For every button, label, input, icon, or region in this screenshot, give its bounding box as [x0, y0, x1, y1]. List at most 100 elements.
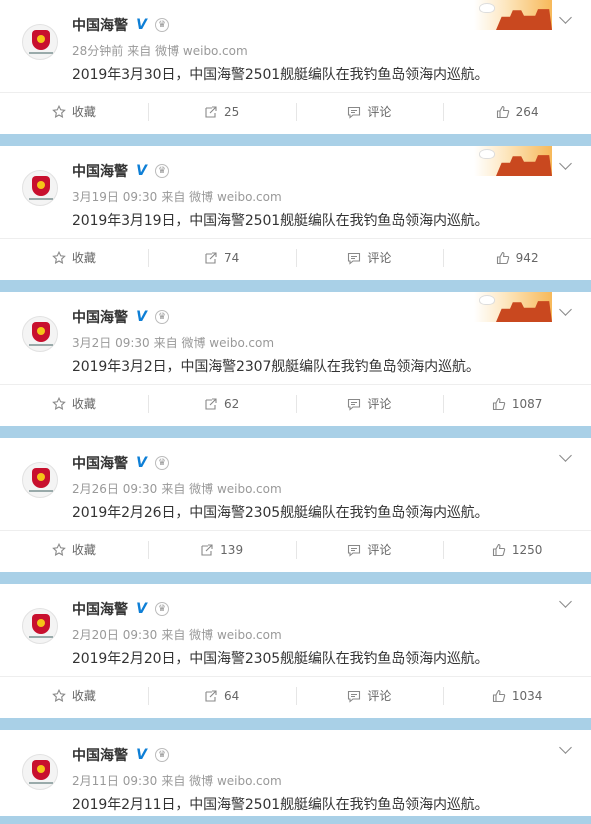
thumbs-up-icon — [492, 543, 506, 557]
verified-icon[interactable]: V — [134, 601, 149, 617]
police-emblem-icon — [32, 176, 50, 196]
post-time[interactable]: 2月26日 09:30 — [72, 482, 157, 496]
chevron-down-icon[interactable] — [557, 304, 573, 318]
post-source[interactable]: 来自 微博 weibo.com — [161, 190, 281, 204]
verified-icon[interactable]: V — [134, 747, 149, 763]
comment-button[interactable]: 评论 — [295, 93, 444, 130]
comment-icon — [347, 397, 361, 411]
like-button[interactable]: 264 — [443, 93, 591, 130]
avatar-motto — [29, 198, 53, 200]
comment-label: 评论 — [367, 397, 392, 411]
author-name[interactable]: 中国海警 — [72, 307, 128, 327]
chevron-down-icon[interactable] — [557, 596, 573, 610]
comment-button[interactable]: 评论 — [295, 385, 444, 422]
post-card: 中国海警 V ♛ 2月20日 09:30 来自 微博 weibo.com 2019… — [0, 584, 591, 718]
post-source[interactable]: 来自 微博 weibo.com — [161, 482, 281, 496]
like-count: 264 — [515, 104, 539, 119]
repost-button[interactable]: 62 — [147, 385, 296, 422]
post-source[interactable]: 来自 微博 weibo.com — [154, 336, 274, 350]
post-time[interactable]: 2月11日 09:30 — [72, 774, 157, 788]
star-icon — [52, 396, 66, 411]
action-bar: 收藏 25 评论 264 — [0, 92, 591, 130]
verified-icon[interactable]: V — [134, 455, 149, 471]
favorite-label: 收藏 — [71, 689, 96, 703]
favorite-button[interactable]: 收藏 — [0, 93, 148, 130]
like-button[interactable]: 1087 — [443, 385, 591, 422]
crown-icon[interactable]: ♛ — [155, 748, 169, 762]
verified-icon[interactable]: V — [134, 17, 149, 33]
repost-icon — [204, 105, 218, 119]
post-text: 2019年3月30日，中国海警2501舰艇编队在我钓鱼岛领海内巡航。 — [72, 67, 489, 83]
avatar-motto — [29, 782, 53, 784]
thumbs-up-icon — [496, 105, 510, 119]
author-name[interactable]: 中国海警 — [72, 745, 128, 765]
repost-count: 139 — [220, 542, 244, 557]
action-bar: 收藏 64 评论 1034 — [0, 676, 591, 714]
comment-button[interactable]: 评论 — [295, 239, 444, 276]
chevron-down-icon[interactable] — [557, 742, 573, 756]
post-time[interactable]: 3月2日 09:30 — [72, 336, 150, 350]
crown-icon[interactable]: ♛ — [155, 164, 169, 178]
chevron-down-icon[interactable] — [557, 450, 573, 464]
crown-icon[interactable]: ♛ — [155, 18, 169, 32]
great-wall-decoration — [474, 0, 552, 30]
like-button[interactable]: 1250 — [443, 531, 591, 568]
like-button[interactable]: 1034 — [443, 677, 591, 714]
author-name[interactable]: 中国海警 — [72, 15, 128, 35]
repost-button[interactable]: 74 — [147, 239, 296, 276]
comment-icon — [347, 105, 361, 119]
avatar[interactable] — [22, 608, 58, 644]
comment-icon — [347, 543, 361, 557]
avatar-motto — [29, 344, 53, 346]
favorite-button[interactable]: 收藏 — [0, 677, 148, 714]
favorite-button[interactable]: 收藏 — [0, 385, 148, 422]
post-card: 中国海警 V ♛ 3月19日 09:30 来自 微博 weibo.com 2019… — [0, 146, 591, 280]
star-icon — [52, 542, 66, 557]
crown-icon[interactable]: ♛ — [155, 456, 169, 470]
repost-button[interactable]: 64 — [147, 677, 296, 714]
post-time[interactable]: 28分钟前 — [72, 44, 123, 58]
star-icon — [52, 104, 66, 119]
chevron-down-icon[interactable] — [557, 158, 573, 172]
post-source[interactable]: 来自 微博 weibo.com — [127, 44, 247, 58]
post-time[interactable]: 2月20日 09:30 — [72, 628, 157, 642]
author-name[interactable]: 中国海警 — [72, 599, 128, 619]
verified-icon[interactable]: V — [134, 163, 149, 179]
crown-icon[interactable]: ♛ — [155, 310, 169, 324]
weibo-feed: 中国海警 V ♛ 28分钟前 来自 微博 weibo.com 2019年3月30日… — [0, 0, 591, 816]
post-header: 中国海警 V ♛ — [72, 745, 169, 765]
post-source[interactable]: 来自 微博 weibo.com — [161, 628, 281, 642]
comment-icon — [347, 251, 361, 265]
comment-button[interactable]: 评论 — [295, 531, 444, 568]
avatar[interactable] — [22, 462, 58, 498]
like-button[interactable]: 942 — [443, 239, 591, 276]
avatar[interactable] — [22, 754, 58, 790]
avatar[interactable] — [22, 170, 58, 206]
repost-button[interactable]: 139 — [147, 531, 296, 568]
favorite-button[interactable]: 收藏 — [0, 239, 148, 276]
avatar[interactable] — [22, 24, 58, 60]
police-emblem-icon — [32, 760, 50, 780]
repost-count: 62 — [223, 396, 240, 411]
comment-label: 评论 — [367, 689, 392, 703]
author-name[interactable]: 中国海警 — [72, 161, 128, 181]
author-name[interactable]: 中国海警 — [72, 453, 128, 473]
comment-button[interactable]: 评论 — [295, 677, 444, 714]
avatar-motto — [29, 490, 53, 492]
avatar[interactable] — [22, 316, 58, 352]
verified-icon[interactable]: V — [134, 309, 149, 325]
post-source[interactable]: 来自 微博 weibo.com — [161, 774, 281, 788]
crown-icon[interactable]: ♛ — [155, 602, 169, 616]
comment-label: 评论 — [367, 105, 392, 119]
repost-count: 64 — [223, 688, 240, 703]
chevron-down-icon[interactable] — [557, 12, 573, 26]
post-meta: 28分钟前 来自 微博 weibo.com — [72, 42, 248, 59]
favorite-label: 收藏 — [71, 251, 96, 265]
repost-button[interactable]: 25 — [147, 93, 296, 130]
star-icon — [52, 688, 66, 703]
favorite-button[interactable]: 收藏 — [0, 531, 148, 568]
post-card: 中国海警 V ♛ 2月26日 09:30 来自 微博 weibo.com 2019… — [0, 438, 591, 572]
post-time[interactable]: 3月19日 09:30 — [72, 190, 157, 204]
post-header: 中国海警 V ♛ — [72, 599, 169, 619]
post-header: 中国海警 V ♛ — [72, 307, 169, 327]
